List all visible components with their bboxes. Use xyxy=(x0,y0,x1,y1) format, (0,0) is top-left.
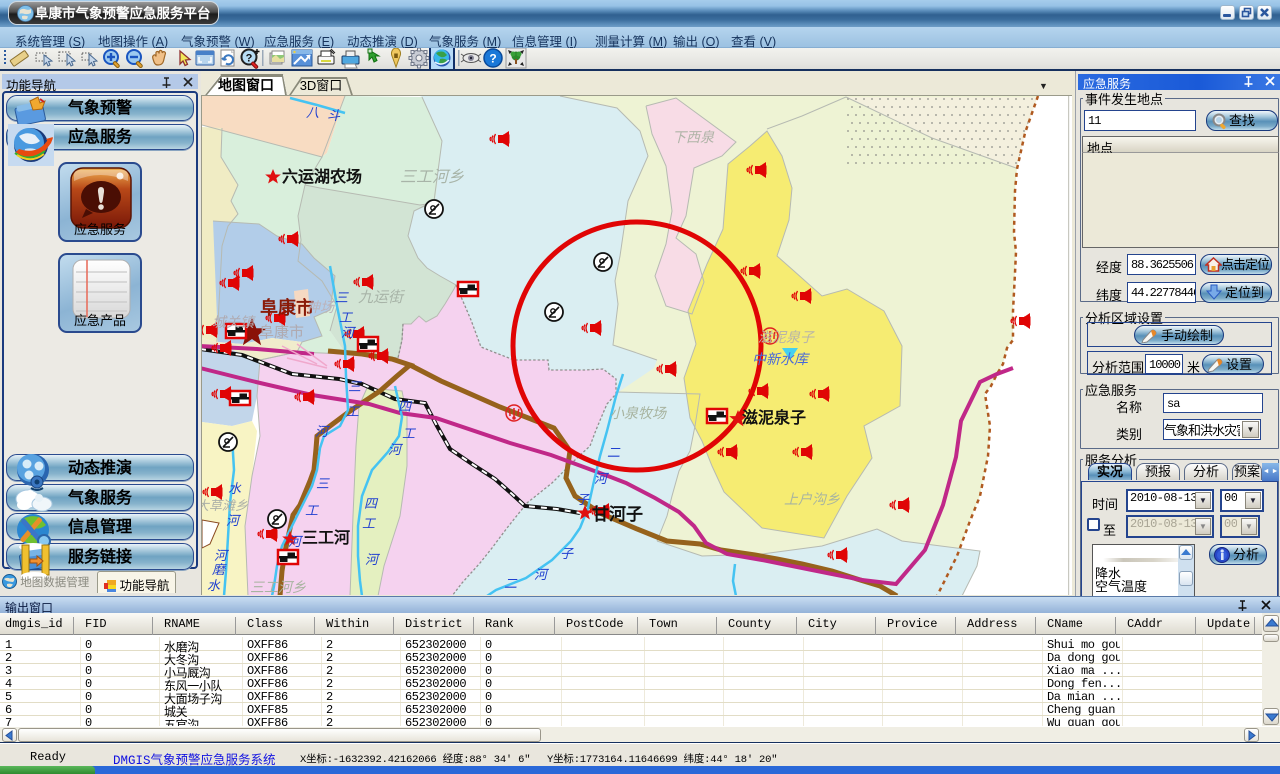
svg-text:四: 四 xyxy=(398,399,413,414)
svg-text:阜康市: 阜康市 xyxy=(259,324,304,341)
svg-text:小泉牧场: 小泉牧场 xyxy=(610,405,667,421)
svg-text:子: 子 xyxy=(576,492,590,507)
svg-text:上户沟乡: 上户沟乡 xyxy=(784,491,840,507)
svg-text:神场: 神场 xyxy=(306,299,335,315)
svg-text:工: 工 xyxy=(339,310,354,325)
svg-text:工: 工 xyxy=(346,404,361,419)
svg-text:九运街: 九运街 xyxy=(358,289,406,306)
svg-text:甘河子: 甘河子 xyxy=(592,504,643,524)
svg-text:滋泥泉子: 滋泥泉子 xyxy=(742,408,806,427)
svg-text:工: 工 xyxy=(402,426,417,441)
svg-text:下西泉: 下西泉 xyxy=(672,129,715,145)
svg-text:子: 子 xyxy=(560,546,574,561)
svg-text:三工河乡: 三工河乡 xyxy=(250,579,306,595)
svg-text:二: 二 xyxy=(504,576,518,591)
svg-text:城关镇: 城关镇 xyxy=(212,314,256,330)
svg-text:滋泥泉子: 滋泥泉子 xyxy=(758,329,815,345)
svg-text:三: 三 xyxy=(316,476,330,491)
svg-text:二: 二 xyxy=(607,445,621,460)
svg-text:水: 水 xyxy=(207,578,221,593)
svg-text:大草滩乡: 大草滩乡 xyxy=(202,498,248,513)
svg-text:斗: 斗 xyxy=(327,108,341,123)
svg-text:工: 工 xyxy=(362,516,377,531)
svg-text:中新水库: 中新水库 xyxy=(752,351,810,367)
svg-text:三工河: 三工河 xyxy=(302,528,350,547)
svg-text:八: 八 xyxy=(306,105,319,120)
svg-text:水: 水 xyxy=(228,481,242,496)
svg-text:?: ? xyxy=(489,52,496,66)
svg-text:三工河乡: 三工河乡 xyxy=(400,168,464,186)
svg-text:三: 三 xyxy=(348,379,362,394)
svg-text:六运湖农场: 六运湖农场 xyxy=(282,167,362,186)
svg-text:四: 四 xyxy=(364,496,379,511)
svg-text:工: 工 xyxy=(305,503,320,518)
svg-text:三: 三 xyxy=(335,290,349,305)
svg-text:磨: 磨 xyxy=(212,562,227,577)
